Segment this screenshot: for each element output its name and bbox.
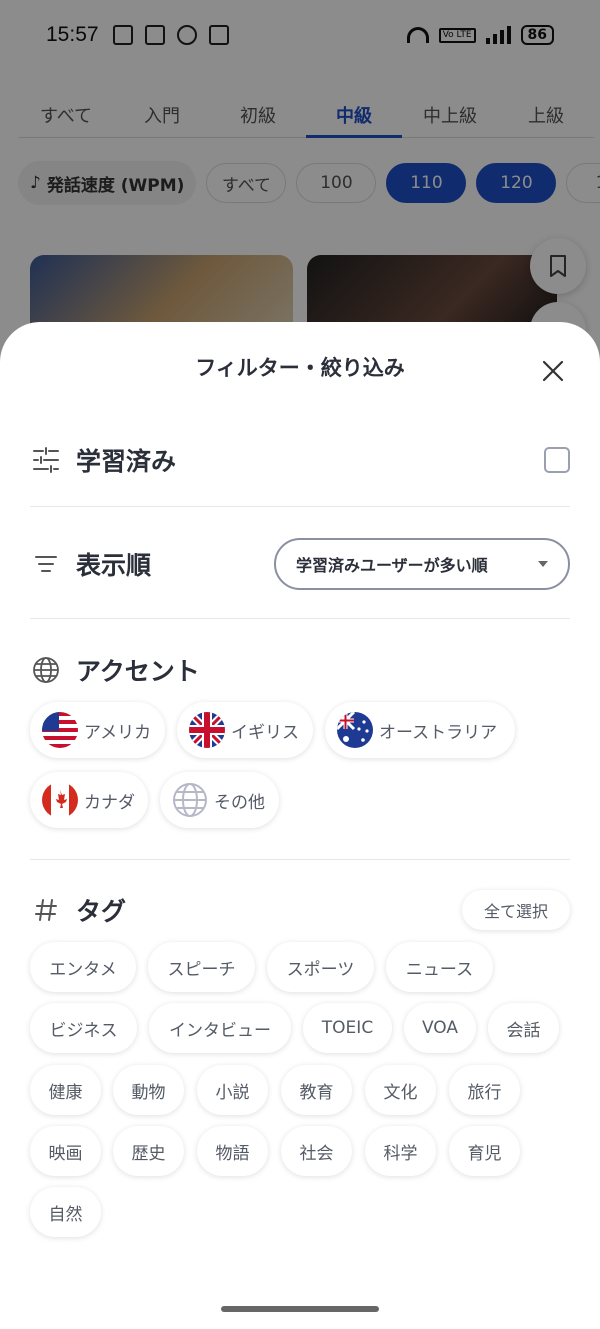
tag-chip[interactable]: 物語 (197, 1126, 268, 1176)
close-button[interactable] (538, 356, 568, 386)
canada-flag-icon (42, 782, 78, 818)
accent-chip-canada[interactable]: カナダ (30, 772, 148, 828)
home-indicator[interactable] (221, 1306, 379, 1312)
tag-chip[interactable]: 健康 (30, 1065, 101, 1115)
accent-chip-australia[interactable]: オーストラリア (325, 702, 515, 758)
tag-chip[interactable]: 旅行 (449, 1065, 520, 1115)
sort-label: 表示順 (76, 551, 152, 580)
tag-chip[interactable]: TOEIC (303, 1003, 392, 1053)
tag-chip[interactable]: 会話 (488, 1003, 559, 1053)
caret-down-icon (538, 561, 548, 567)
tag-chip[interactable]: 歴史 (113, 1126, 184, 1176)
accent-header: アクセント (30, 652, 570, 688)
tag-chip[interactable]: 育児 (449, 1126, 520, 1176)
tag-chip[interactable]: 社会 (281, 1126, 352, 1176)
hashtag-icon (30, 894, 62, 926)
filter-sheet: フィルター・絞り込み 学習済み 表示順 学習済みユーザーが多い順 アクセント ア… (0, 322, 600, 1329)
tag-chip[interactable]: 映画 (30, 1126, 101, 1176)
globe-icon (30, 654, 62, 686)
tag-chip[interactable]: 小説 (197, 1065, 268, 1115)
select-all-button[interactable]: 全て選択 (462, 890, 570, 930)
studied-row: 学習済み (30, 442, 570, 478)
sort-row: 表示順 学習済みユーザーが多い順 (30, 538, 570, 590)
tag-chip[interactable]: VOA (404, 1003, 476, 1053)
uk-flag-icon (189, 712, 225, 748)
studied-checkbox[interactable] (544, 447, 570, 473)
accent-chip-label: イギリス (231, 722, 299, 743)
tag-chip[interactable]: ニュース (386, 942, 493, 992)
tags-label: タグ (76, 897, 127, 926)
accent-chip-uk[interactable]: イギリス (177, 702, 313, 758)
studied-label: 学習済み (76, 447, 177, 476)
sort-dropdown[interactable]: 学習済みユーザーが多い順 (274, 538, 570, 590)
sort-icon (30, 548, 62, 580)
globe-icon (172, 782, 208, 818)
accent-chip-label: オーストラリア (379, 722, 498, 743)
tag-chip[interactable]: インタビュー (149, 1003, 291, 1053)
divider (30, 618, 570, 619)
sheet-title: フィルター・絞り込み (195, 356, 405, 380)
tag-chip[interactable]: ビジネス (30, 1003, 137, 1053)
tag-chip[interactable]: スポーツ (267, 942, 374, 992)
tag-chip[interactable]: エンタメ (30, 942, 136, 992)
australia-flag-icon (337, 712, 373, 748)
accent-chip-other[interactable]: その他 (160, 772, 279, 828)
tag-chip[interactable]: 教育 (281, 1065, 352, 1115)
accent-chip-america[interactable]: アメリカ (30, 702, 165, 758)
sort-value: 学習済みユーザーが多い順 (296, 556, 488, 575)
us-flag-icon (42, 712, 78, 748)
tag-chip[interactable]: 自然 (30, 1187, 101, 1237)
divider (30, 506, 570, 507)
tag-chip[interactable]: 科学 (365, 1126, 436, 1176)
accent-chip-label: アメリカ (84, 722, 152, 743)
accent-chip-label: その他 (214, 792, 265, 813)
close-icon (542, 360, 564, 382)
tag-chip[interactable]: 文化 (365, 1065, 436, 1115)
divider (30, 859, 570, 860)
tag-chip[interactable]: 動物 (113, 1065, 184, 1115)
accent-chip-label: カナダ (84, 792, 135, 813)
tag-chip[interactable]: スピーチ (148, 942, 255, 992)
accent-label: アクセント (76, 657, 200, 686)
sliders-icon (30, 444, 62, 476)
